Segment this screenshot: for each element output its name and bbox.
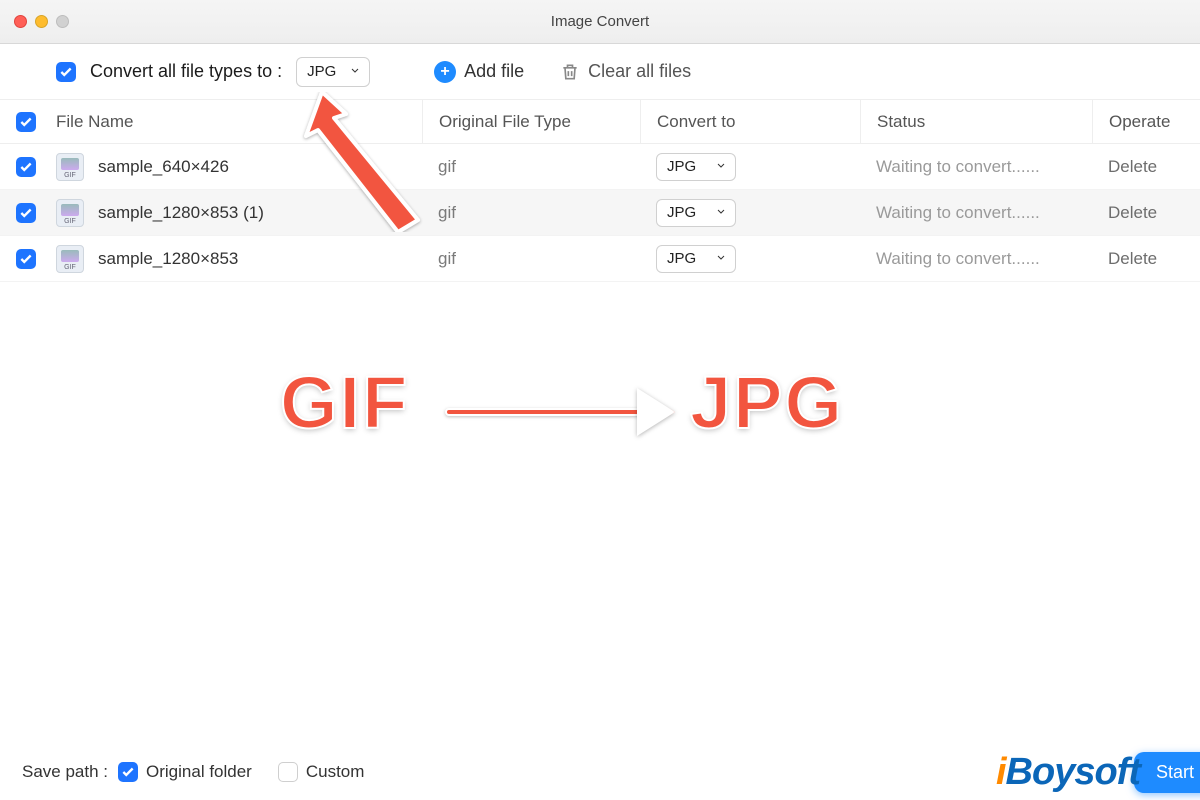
add-file-label: Add file <box>464 61 524 82</box>
table-row: GIF sample_1280×853 gif JPG Waiting to c… <box>0 236 1200 282</box>
select-all-checkbox[interactable] <box>16 112 36 132</box>
chevron-down-icon <box>715 158 727 175</box>
titlebar: Image Convert <box>0 0 1200 44</box>
col-header-operate: Operate <box>1092 100 1200 143</box>
clear-all-label: Clear all files <box>588 61 691 82</box>
file-name: sample_640×426 <box>98 157 229 177</box>
check-icon <box>121 765 135 779</box>
status-text: Waiting to convert...... <box>876 157 1040 177</box>
plus-icon: + <box>434 61 456 83</box>
toolbar: Convert all file types to : JPG + Add fi… <box>0 44 1200 100</box>
file-name: sample_1280×853 <box>98 249 238 269</box>
save-path-label: Save path : <box>22 762 108 782</box>
chevron-down-icon <box>349 63 361 80</box>
global-format-select[interactable]: JPG <box>296 57 370 87</box>
file-type-icon: GIF <box>56 245 84 273</box>
save-path-original-option[interactable]: Original folder <box>118 762 252 782</box>
convert-all-checkbox[interactable] <box>56 62 76 82</box>
app-window: Image Convert Convert all file types to … <box>0 0 1200 800</box>
delete-button[interactable]: Delete <box>1108 157 1157 177</box>
col-header-status: Status <box>860 100 1092 143</box>
row-format-value: JPG <box>667 250 696 267</box>
row-format-value: JPG <box>667 158 696 175</box>
table-row: GIF sample_1280×853 (1) gif JPG Waiting … <box>0 190 1200 236</box>
chevron-down-icon <box>715 250 727 267</box>
check-icon <box>19 206 33 220</box>
global-format-value: JPG <box>307 63 336 80</box>
check-icon <box>19 160 33 174</box>
window-title: Image Convert <box>0 13 1200 30</box>
row-format-select[interactable]: JPG <box>656 153 736 181</box>
row-checkbox[interactable] <box>16 203 36 223</box>
start-label: Start <box>1156 762 1194 782</box>
col-header-convert: Convert to <box>640 100 860 143</box>
check-icon <box>19 115 33 129</box>
row-format-select[interactable]: JPG <box>656 245 736 273</box>
status-text: Waiting to convert...... <box>876 249 1040 269</box>
trash-icon <box>560 62 580 82</box>
footer: Save path : Original folder Custom Start <box>0 744 1200 800</box>
delete-button[interactable]: Delete <box>1108 249 1157 269</box>
original-type: gif <box>438 203 456 223</box>
custom-folder-checkbox[interactable] <box>278 762 298 782</box>
add-file-button[interactable]: + Add file <box>434 61 524 83</box>
row-checkbox[interactable] <box>16 157 36 177</box>
original-folder-label: Original folder <box>146 762 252 782</box>
file-type-icon: GIF <box>56 199 84 227</box>
original-folder-checkbox[interactable] <box>118 762 138 782</box>
original-type: gif <box>438 157 456 177</box>
file-name: sample_1280×853 (1) <box>98 203 264 223</box>
check-icon <box>59 65 73 79</box>
start-button[interactable]: Start <box>1134 752 1200 793</box>
row-checkbox[interactable] <box>16 249 36 269</box>
col-header-original: Original File Type <box>422 100 640 143</box>
clear-all-button[interactable]: Clear all files <box>560 61 691 82</box>
chevron-down-icon <box>715 204 727 221</box>
save-path-custom-option[interactable]: Custom <box>278 762 365 782</box>
original-type: gif <box>438 249 456 269</box>
delete-button[interactable]: Delete <box>1108 203 1157 223</box>
file-type-icon: GIF <box>56 153 84 181</box>
convert-all-label: Convert all file types to : <box>90 61 282 82</box>
check-icon <box>19 252 33 266</box>
custom-folder-label: Custom <box>306 762 365 782</box>
table-header: File Name Original File Type Convert to … <box>0 100 1200 144</box>
row-format-value: JPG <box>667 204 696 221</box>
status-text: Waiting to convert...... <box>876 203 1040 223</box>
table-row: GIF sample_640×426 gif JPG Waiting to co… <box>0 144 1200 190</box>
row-format-select[interactable]: JPG <box>656 199 736 227</box>
col-header-name: File Name <box>52 112 422 132</box>
